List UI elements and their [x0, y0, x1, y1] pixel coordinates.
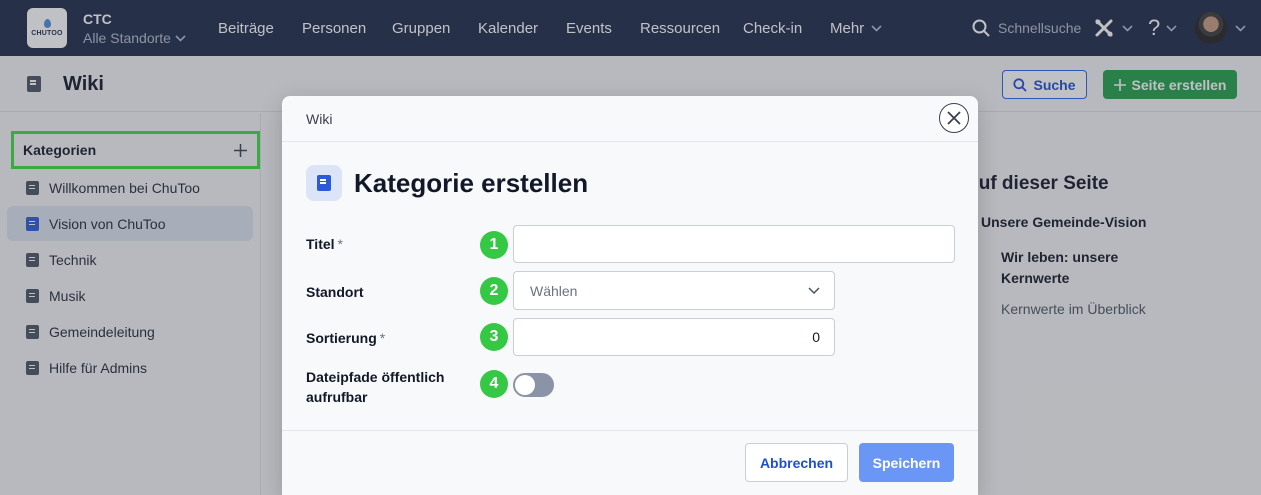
location-label: Standort [306, 284, 364, 300]
step-badge-1: 1 [480, 231, 508, 259]
sort-label-text: Sortierung [306, 330, 377, 346]
dialog-header: Wiki [282, 96, 978, 142]
location-select-placeholder: Wählen [530, 282, 578, 299]
public-paths-label-line2: aufrufbar [306, 389, 368, 405]
sort-input[interactable] [513, 318, 835, 356]
public-paths-label-line1: Dateipfade öffentlich [306, 369, 445, 385]
step-badge-3: 3 [480, 323, 508, 351]
create-category-dialog: Wiki Kategorie erstellen Titel * 1 Stando… [282, 96, 978, 495]
save-button[interactable]: Speichern [859, 443, 954, 482]
title-input[interactable] [513, 225, 955, 263]
location-select[interactable]: Wählen [513, 271, 835, 310]
title-label-text: Titel [306, 236, 335, 252]
step-badge-2: 2 [480, 277, 508, 305]
public-paths-label: Dateipfade öffentlich aufrufbar [306, 367, 444, 407]
close-button[interactable] [939, 103, 969, 133]
cancel-button[interactable]: Abbrechen [745, 443, 848, 482]
close-icon [947, 111, 961, 125]
category-icon [306, 165, 342, 201]
required-mark: * [337, 236, 343, 252]
title-label: Titel * [306, 234, 343, 254]
sort-label: Sortierung * [306, 328, 385, 348]
chevron-down-icon [808, 287, 820, 294]
toggle-knob [515, 375, 535, 395]
required-mark: * [379, 330, 386, 346]
dialog-breadcrumb: Wiki [306, 111, 333, 127]
dialog-title: Kategorie erstellen [354, 168, 589, 198]
public-paths-toggle[interactable] [513, 373, 554, 397]
step-badge-4: 4 [480, 370, 508, 398]
